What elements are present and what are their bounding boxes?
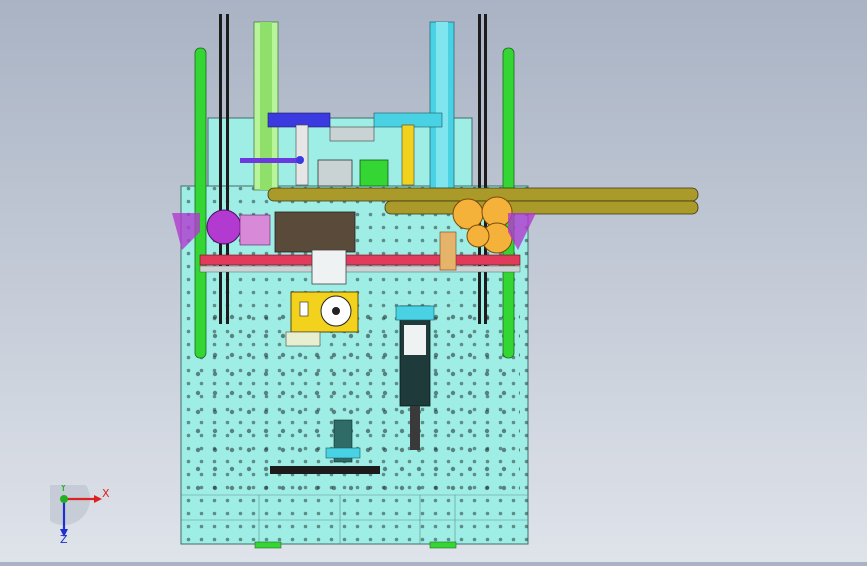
x-axis-label: X [102,487,110,500]
fan-hub [332,307,340,315]
back-plate-label [329,126,375,142]
magenta-motor[interactable] [206,209,242,245]
lower-base-cap [325,447,361,459]
foot-left [254,541,282,549]
x-axis-arrowhead [94,495,102,503]
white-block[interactable] [311,249,347,285]
red-rail[interactable] [199,254,521,266]
orange-post [439,231,457,271]
triad-background [38,473,90,525]
foot-right [429,541,457,549]
column-right-inner [436,22,448,190]
gear-d [466,224,490,248]
linear-actuator-rod [410,406,420,450]
column-left-inner [260,22,272,190]
red-rail-lower [199,265,521,273]
grey-box[interactable] [317,159,353,187]
olive-bar-bottom[interactable] [384,200,699,215]
assembly-model[interactable] [0,0,867,562]
z-axis-label: Z [60,533,68,545]
green-rail-left[interactable] [194,47,207,359]
green-box[interactable] [359,159,389,187]
y-axis-dot [60,495,68,503]
blue-arm[interactable] [240,158,302,163]
fan-switch [299,301,309,317]
top-slider-right [401,124,415,186]
cad-3d-viewport[interactable]: X Y Z [0,0,867,562]
lower-base-bar[interactable] [270,466,380,474]
cylinder-small [285,331,321,347]
linear-actuator-window [404,325,426,355]
magenta-housing [239,214,271,246]
olive-bar-top[interactable] [267,187,699,202]
axis-triad: X Y Z [38,473,110,546]
top-slider-left [295,124,309,186]
gearbox[interactable] [274,211,356,253]
linear-actuator-body[interactable] [399,305,431,407]
linear-actuator-cap [395,305,435,321]
gear-a [452,198,484,230]
blue-arm-knob [296,156,304,164]
y-axis-label: Y [59,485,67,494]
